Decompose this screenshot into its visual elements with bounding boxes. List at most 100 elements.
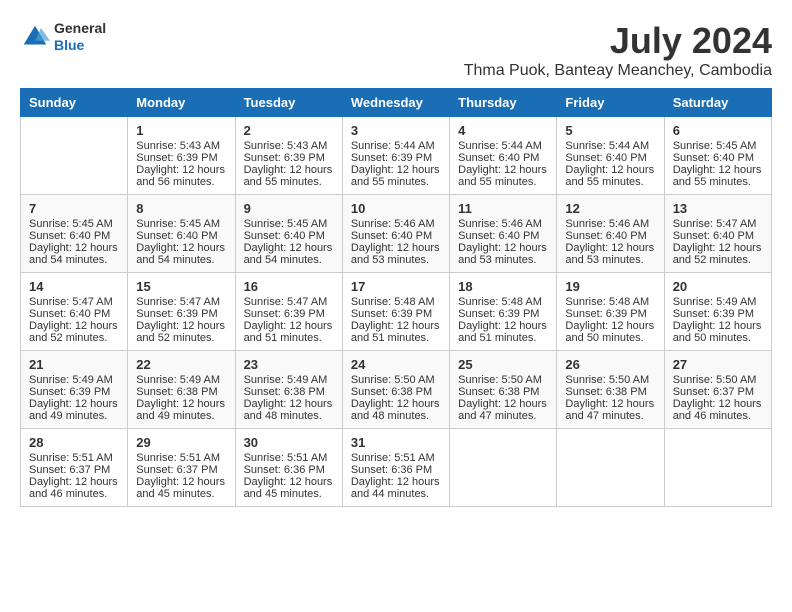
sunset-text: Sunset: 6:39 PM: [458, 308, 548, 320]
daylight-text: Daylight: 12 hours and 46 minutes.: [29, 476, 119, 500]
calendar-week-row: 21Sunrise: 5:49 AMSunset: 6:39 PMDayligh…: [21, 351, 772, 429]
day-number: 12: [565, 201, 655, 216]
sunset-text: Sunset: 6:39 PM: [244, 152, 334, 164]
calendar-cell: 8Sunrise: 5:45 AMSunset: 6:40 PMDaylight…: [128, 195, 235, 273]
sunrise-text: Sunrise: 5:46 AM: [458, 218, 548, 230]
sunset-text: Sunset: 6:37 PM: [673, 386, 763, 398]
calendar-cell: 11Sunrise: 5:46 AMSunset: 6:40 PMDayligh…: [450, 195, 557, 273]
day-number: 26: [565, 357, 655, 372]
daylight-text: Daylight: 12 hours and 44 minutes.: [351, 476, 441, 500]
calendar-week-row: 14Sunrise: 5:47 AMSunset: 6:40 PMDayligh…: [21, 273, 772, 351]
sunrise-text: Sunrise: 5:49 AM: [673, 296, 763, 308]
calendar-cell: [664, 429, 771, 507]
header: General Blue July 2024 Thma Puok, Bantea…: [20, 20, 772, 80]
header-row: Sunday Monday Tuesday Wednesday Thursday…: [21, 89, 772, 117]
day-number: 18: [458, 279, 548, 294]
calendar-cell: 16Sunrise: 5:47 AMSunset: 6:39 PMDayligh…: [235, 273, 342, 351]
sunrise-text: Sunrise: 5:47 AM: [673, 218, 763, 230]
day-number: 17: [351, 279, 441, 294]
calendar-cell: [21, 117, 128, 195]
daylight-text: Daylight: 12 hours and 51 minutes.: [244, 320, 334, 344]
sunrise-text: Sunrise: 5:45 AM: [673, 140, 763, 152]
day-number: 23: [244, 357, 334, 372]
daylight-text: Daylight: 12 hours and 54 minutes.: [136, 242, 226, 266]
calendar-header: Sunday Monday Tuesday Wednesday Thursday…: [21, 89, 772, 117]
sunset-text: Sunset: 6:36 PM: [351, 464, 441, 476]
sunset-text: Sunset: 6:39 PM: [244, 308, 334, 320]
calendar-cell: 22Sunrise: 5:49 AMSunset: 6:38 PMDayligh…: [128, 351, 235, 429]
day-number: 31: [351, 435, 441, 450]
sunrise-text: Sunrise: 5:44 AM: [458, 140, 548, 152]
sunrise-text: Sunrise: 5:48 AM: [565, 296, 655, 308]
daylight-text: Daylight: 12 hours and 47 minutes.: [458, 398, 548, 422]
day-number: 4: [458, 123, 548, 138]
day-number: 11: [458, 201, 548, 216]
sunrise-text: Sunrise: 5:49 AM: [244, 374, 334, 386]
sunset-text: Sunset: 6:40 PM: [244, 230, 334, 242]
day-number: 9: [244, 201, 334, 216]
calendar-cell: 26Sunrise: 5:50 AMSunset: 6:38 PMDayligh…: [557, 351, 664, 429]
sunrise-text: Sunrise: 5:44 AM: [351, 140, 441, 152]
daylight-text: Daylight: 12 hours and 45 minutes.: [136, 476, 226, 500]
sunrise-text: Sunrise: 5:46 AM: [565, 218, 655, 230]
title-section: July 2024 Thma Puok, Banteay Meanchey, C…: [464, 20, 772, 80]
calendar-cell: [450, 429, 557, 507]
calendar-cell: 19Sunrise: 5:48 AMSunset: 6:39 PMDayligh…: [557, 273, 664, 351]
sunrise-text: Sunrise: 5:51 AM: [136, 452, 226, 464]
calendar-cell: 21Sunrise: 5:49 AMSunset: 6:39 PMDayligh…: [21, 351, 128, 429]
sunrise-text: Sunrise: 5:45 AM: [29, 218, 119, 230]
daylight-text: Daylight: 12 hours and 50 minutes.: [673, 320, 763, 344]
col-wednesday: Wednesday: [342, 89, 449, 117]
day-number: 6: [673, 123, 763, 138]
sunrise-text: Sunrise: 5:43 AM: [244, 140, 334, 152]
calendar-cell: 25Sunrise: 5:50 AMSunset: 6:38 PMDayligh…: [450, 351, 557, 429]
calendar-table: Sunday Monday Tuesday Wednesday Thursday…: [20, 88, 772, 507]
daylight-text: Daylight: 12 hours and 55 minutes.: [565, 164, 655, 188]
daylight-text: Daylight: 12 hours and 54 minutes.: [29, 242, 119, 266]
day-number: 10: [351, 201, 441, 216]
sunset-text: Sunset: 6:40 PM: [136, 230, 226, 242]
sunrise-text: Sunrise: 5:50 AM: [351, 374, 441, 386]
sunset-text: Sunset: 6:40 PM: [458, 152, 548, 164]
sunrise-text: Sunrise: 5:45 AM: [136, 218, 226, 230]
sunrise-text: Sunrise: 5:47 AM: [29, 296, 119, 308]
sunrise-text: Sunrise: 5:50 AM: [565, 374, 655, 386]
sunset-text: Sunset: 6:39 PM: [673, 308, 763, 320]
sunrise-text: Sunrise: 5:45 AM: [244, 218, 334, 230]
sunset-text: Sunset: 6:40 PM: [673, 230, 763, 242]
sunset-text: Sunset: 6:39 PM: [136, 308, 226, 320]
calendar-week-row: 1Sunrise: 5:43 AMSunset: 6:39 PMDaylight…: [21, 117, 772, 195]
sunset-text: Sunset: 6:39 PM: [351, 152, 441, 164]
sunset-text: Sunset: 6:40 PM: [29, 230, 119, 242]
daylight-text: Daylight: 12 hours and 51 minutes.: [351, 320, 441, 344]
col-sunday: Sunday: [21, 89, 128, 117]
day-number: 28: [29, 435, 119, 450]
sunrise-text: Sunrise: 5:48 AM: [458, 296, 548, 308]
calendar-cell: 17Sunrise: 5:48 AMSunset: 6:39 PMDayligh…: [342, 273, 449, 351]
calendar-week-row: 28Sunrise: 5:51 AMSunset: 6:37 PMDayligh…: [21, 429, 772, 507]
sunset-text: Sunset: 6:38 PM: [351, 386, 441, 398]
calendar-cell: 1Sunrise: 5:43 AMSunset: 6:39 PMDaylight…: [128, 117, 235, 195]
calendar-cell: 2Sunrise: 5:43 AMSunset: 6:39 PMDaylight…: [235, 117, 342, 195]
col-tuesday: Tuesday: [235, 89, 342, 117]
daylight-text: Daylight: 12 hours and 51 minutes.: [458, 320, 548, 344]
calendar-cell: 29Sunrise: 5:51 AMSunset: 6:37 PMDayligh…: [128, 429, 235, 507]
daylight-text: Daylight: 12 hours and 54 minutes.: [244, 242, 334, 266]
daylight-text: Daylight: 12 hours and 55 minutes.: [458, 164, 548, 188]
location-title: Thma Puok, Banteay Meanchey, Cambodia: [464, 62, 772, 80]
calendar-cell: 12Sunrise: 5:46 AMSunset: 6:40 PMDayligh…: [557, 195, 664, 273]
daylight-text: Daylight: 12 hours and 55 minutes.: [351, 164, 441, 188]
day-number: 3: [351, 123, 441, 138]
daylight-text: Daylight: 12 hours and 48 minutes.: [351, 398, 441, 422]
daylight-text: Daylight: 12 hours and 52 minutes.: [136, 320, 226, 344]
sunset-text: Sunset: 6:40 PM: [565, 230, 655, 242]
calendar-cell: 7Sunrise: 5:45 AMSunset: 6:40 PMDaylight…: [21, 195, 128, 273]
daylight-text: Daylight: 12 hours and 48 minutes.: [244, 398, 334, 422]
day-number: 22: [136, 357, 226, 372]
sunset-text: Sunset: 6:40 PM: [565, 152, 655, 164]
sunset-text: Sunset: 6:37 PM: [29, 464, 119, 476]
sunset-text: Sunset: 6:38 PM: [244, 386, 334, 398]
daylight-text: Daylight: 12 hours and 52 minutes.: [673, 242, 763, 266]
sunset-text: Sunset: 6:37 PM: [136, 464, 226, 476]
day-number: 24: [351, 357, 441, 372]
